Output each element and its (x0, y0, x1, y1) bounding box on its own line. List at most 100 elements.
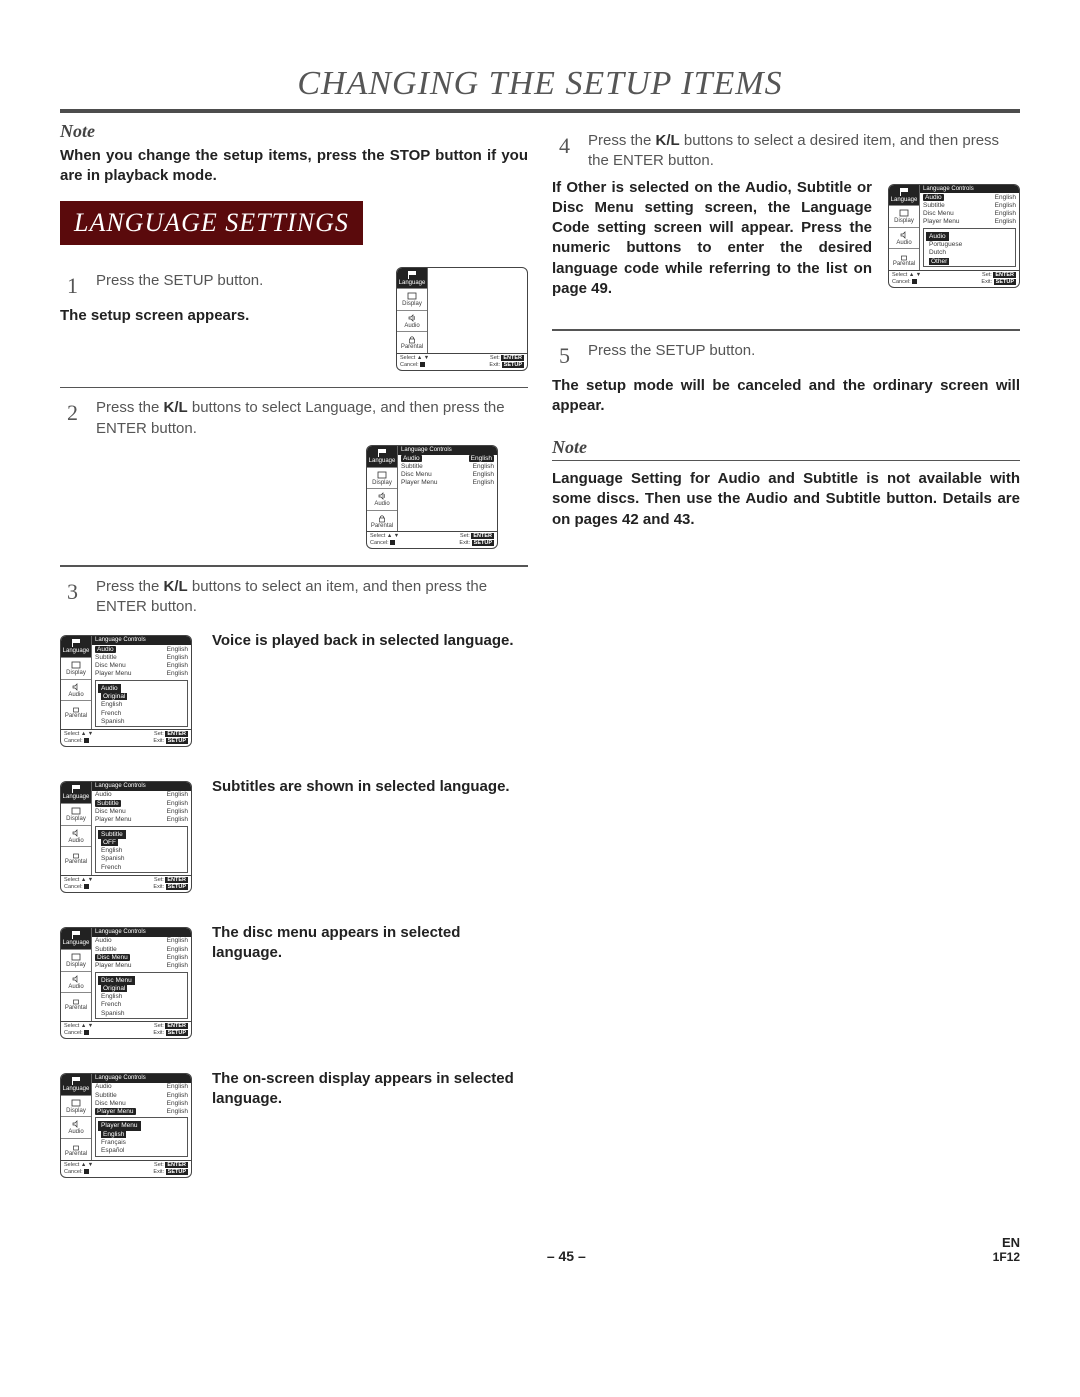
osd-footer-2: Cancel: Exit: SETUP (367, 540, 497, 548)
other-row: If Other is selected on the Audio, Subti… (552, 178, 1020, 300)
tv-icon (71, 952, 81, 962)
left-column: Note When you change the setup items, pr… (60, 121, 528, 1206)
osd-footer: Select ▲ ▼ Set: ENTER (367, 531, 497, 540)
desc-playermenu-row: Language Display Audio Parental Language… (60, 1067, 528, 1177)
right-column: 4 Press the K/L buttons to select a desi… (552, 121, 1020, 1206)
speaker-icon (899, 230, 909, 240)
step-number: 1 (60, 271, 78, 301)
osd-row: AudioEnglish (398, 455, 497, 463)
osd-icon-language: Language (397, 268, 427, 290)
osd-footer-2: Cancel: Exit: SETUP (397, 362, 527, 370)
lock-icon (71, 1141, 81, 1151)
desc-subtitle: Subtitles are shown in selected language… (212, 775, 510, 797)
osd-icon-display: Display (367, 468, 397, 490)
step-1-result: The setup screen appears. (60, 306, 380, 326)
osd-other: Language Display Audio Parental Language… (888, 184, 1020, 288)
lock-icon (71, 703, 81, 713)
footer-code: 1F12 (993, 1250, 1020, 1264)
flag-icon (899, 187, 909, 197)
osd-icon-column: Language Display Audio Parental (367, 446, 398, 531)
desc-discmenu: The disc menu appears in selected langua… (212, 921, 528, 962)
speaker-icon (71, 974, 81, 984)
osd-icon-audio: Audio (397, 311, 427, 333)
step-1: 1 Press the SETUP button. (60, 271, 380, 301)
note-label-2: Note (552, 437, 1020, 458)
desc-audio: Voice is played back in selected languag… (212, 629, 514, 651)
osd-icon-column: Language Display Audio Parental (61, 636, 92, 729)
speaker-icon (377, 491, 387, 501)
osd-row: SubtitleEnglish (398, 463, 497, 471)
divider (60, 387, 528, 389)
osd-icon-column: Language Display Audio (397, 268, 428, 353)
document-page: CHANGING THE SETUP ITEMS Note When you c… (0, 0, 1080, 1300)
divider (552, 329, 1020, 331)
lock-icon (899, 251, 909, 261)
intro-note: When you change the setup items, press t… (60, 146, 528, 187)
flag-icon (71, 1076, 81, 1086)
step-body: Press the SETUP button. (588, 341, 1020, 371)
tv-icon (71, 806, 81, 816)
page-title: CHANGING THE SETUP ITEMS (60, 65, 1020, 103)
footer-lang: EN (993, 1235, 1020, 1250)
note-label: Note (60, 121, 528, 142)
osd-icon-display: Display (397, 289, 427, 311)
step-number: 5 (552, 341, 570, 371)
speaker-icon (71, 1119, 81, 1129)
desc-playermenu: The on-screen display appears in selecte… (212, 1067, 528, 1108)
step-number: 3 (60, 577, 78, 618)
divider (60, 565, 528, 567)
tv-icon (71, 660, 81, 670)
step-3: 3 Press the K/L buttons to select an ite… (60, 577, 528, 618)
step-4: 4 Press the K/L buttons to select a desi… (552, 131, 1020, 172)
tv-icon (899, 208, 909, 218)
page-number: – 45 – (140, 1248, 993, 1264)
step-1-text-block: 1 Press the SETUP button. The setup scre… (60, 261, 380, 327)
lock-icon (407, 334, 417, 344)
osd-subtitle: Language Display Audio Parental Language… (60, 781, 192, 893)
tv-icon (71, 1098, 81, 1108)
speaker-icon (71, 682, 81, 692)
columns: Note When you change the setup items, pr… (60, 121, 1020, 1206)
step-1-row: 1 Press the SETUP button. The setup scre… (60, 261, 528, 371)
step-body: Press the K/L buttons to select Language… (96, 398, 528, 439)
footer-right: EN 1F12 (993, 1235, 1020, 1264)
osd-playermenu: Language Display Audio Parental Language… (60, 1073, 192, 1177)
desc-discmenu-row: Language Display Audio Parental Language… (60, 921, 528, 1039)
osd-panel (428, 268, 527, 353)
step-5-result: The setup mode will be canceled and the … (552, 376, 1020, 417)
flag-icon (71, 784, 81, 794)
osd-footer: Select ▲ ▼ Set: ENTER (397, 353, 527, 362)
desc-audio-row: Language Display Audio Parental Language… (60, 629, 528, 747)
lock-icon (71, 995, 81, 1005)
osd-audio: Language Display Audio Parental Language… (60, 635, 192, 747)
tv-icon (377, 470, 387, 480)
osd-panel: Language Controls AudioEnglish SubtitleE… (398, 446, 497, 531)
osd-row: Disc MenuEnglish (398, 471, 497, 479)
section-header: LANGUAGE SETTINGS (60, 201, 363, 245)
osd-icon-language: Language (367, 446, 397, 468)
osd-icon-parental: Parental (367, 511, 397, 532)
step-2-diagram-wrap: Language Display Audio Parental Language… (60, 439, 528, 549)
step-body: Press the K/L buttons to select a desire… (588, 131, 1020, 172)
rule-top (60, 109, 1020, 113)
osd-setup-basic: Language Display Audio (396, 267, 528, 371)
step-2: 2 Press the K/L buttons to select Langua… (60, 398, 528, 439)
step-body: Press the K/L buttons to select an item,… (96, 577, 528, 618)
flag-icon (71, 930, 81, 940)
osd-row: Player MenuEnglish (398, 479, 497, 487)
speaker-icon (407, 313, 417, 323)
lock-icon (71, 849, 81, 859)
speaker-icon (71, 828, 81, 838)
osd-language-controls: Language Display Audio Parental Language… (366, 445, 498, 549)
flag-icon (377, 448, 387, 458)
note-rule (552, 460, 1020, 462)
flag-icon (407, 270, 417, 280)
step-number: 4 (552, 131, 570, 172)
step-body: Press the SETUP button. (96, 271, 380, 301)
note-2-text: Language Setting for Audio and Subtitle … (552, 469, 1020, 530)
step-number: 2 (60, 398, 78, 439)
osd-icon-parental: Parental (397, 332, 427, 353)
page-footer: – 45 – EN 1F12 (60, 1235, 1020, 1264)
osd-icon-audio: Audio (367, 489, 397, 511)
other-note: If Other is selected on the Audio, Subti… (552, 178, 872, 300)
